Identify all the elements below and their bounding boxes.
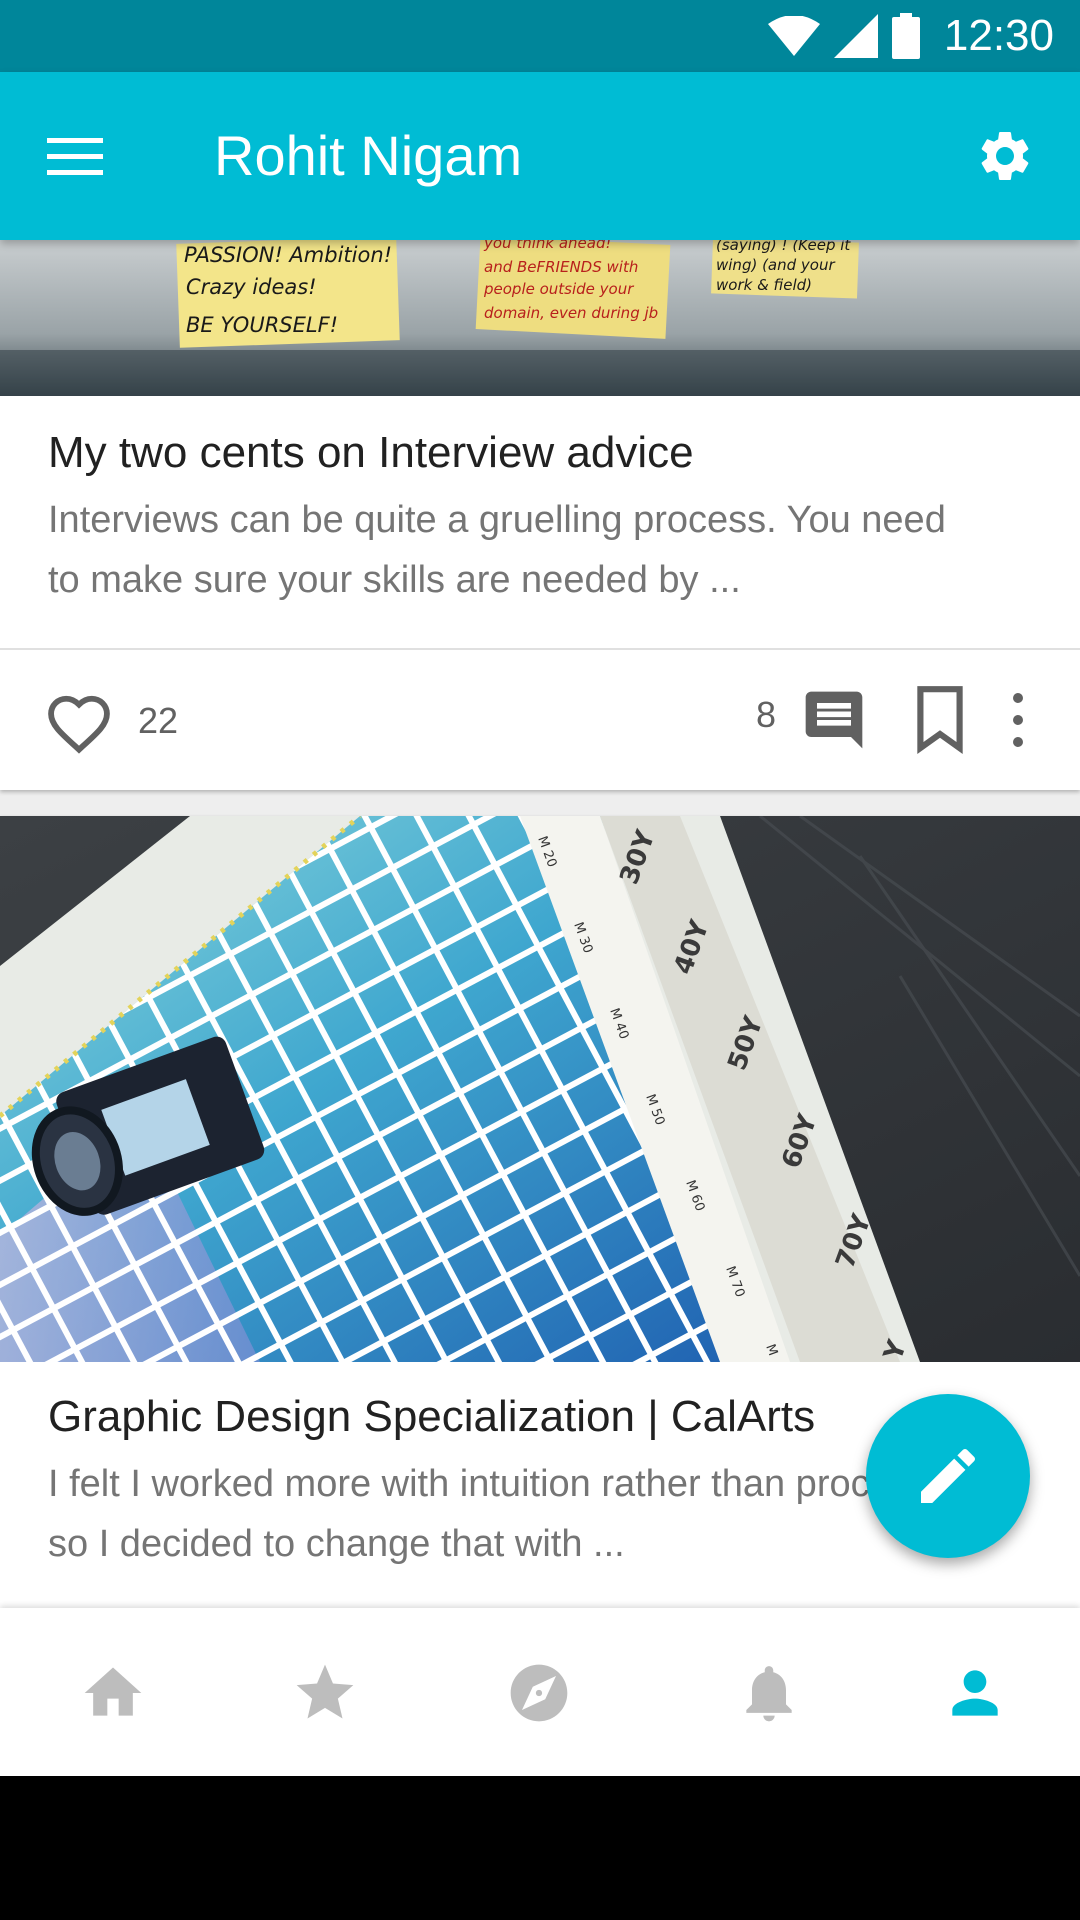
person-icon <box>952 1670 998 1716</box>
post-title[interactable]: Graphic Design Specialization | CalArts <box>48 1392 815 1442</box>
note-text: and BeFRIENDS with <box>484 258 638 276</box>
note-text: work & field) <box>716 276 812 294</box>
note-text: wing) (and your <box>716 256 835 274</box>
compose-fab[interactable] <box>866 1394 1030 1558</box>
nav-profile[interactable] <box>930 1648 1020 1738</box>
post-card[interactable]: PASSION! Ambition! Crazy ideas! BE YOURS… <box>0 240 1080 790</box>
note-text: domain, even during jb <box>484 304 658 322</box>
menu-icon <box>47 138 103 175</box>
bookmark-outline-icon <box>917 686 963 754</box>
app-screen: 12:30 Rohit Nigam PASSION! Ambition! Cra… <box>0 0 1080 1776</box>
settings-button[interactable] <box>960 116 1050 196</box>
menu-button[interactable] <box>30 116 120 196</box>
status-bar: 12:30 <box>0 0 1080 72</box>
system-navigation-bar <box>0 1776 1080 1920</box>
note-text: Crazy ideas! <box>186 275 317 299</box>
more-options-button[interactable] <box>1000 686 1036 754</box>
post-image-sticky-notes: PASSION! Ambition! Crazy ideas! BE YOURS… <box>0 240 1080 396</box>
gear-icon <box>981 132 1029 180</box>
note-text: PASSION! Ambition! <box>184 243 392 267</box>
heart-outline-icon <box>48 695 110 754</box>
cell-signal-icon <box>833 14 878 58</box>
nav-home[interactable] <box>68 1648 158 1738</box>
post-excerpt: I felt I worked more with intuition rath… <box>48 1463 940 1565</box>
comment-icon <box>805 691 863 749</box>
app-bar: Rohit Nigam <box>0 72 1080 240</box>
compass-icon <box>510 1664 568 1722</box>
bottom-navigation <box>0 1608 1080 1776</box>
post-excerpt: Interviews can be quite a gruelling proc… <box>48 499 946 601</box>
comment-button[interactable] <box>800 686 868 754</box>
bookmark-button[interactable] <box>912 686 968 754</box>
note-text: BE YOURSELF! <box>186 313 338 337</box>
post-actions: 22 8 <box>0 650 1080 790</box>
like-count: 22 <box>138 700 179 741</box>
like-button[interactable] <box>44 690 114 754</box>
post-title[interactable]: My two cents on Interview advice <box>48 428 694 478</box>
star-icon <box>296 1664 354 1719</box>
home-icon <box>84 1667 142 1716</box>
comment-count: 8 <box>756 694 777 735</box>
bell-icon <box>746 1666 792 1722</box>
nav-notifications[interactable] <box>724 1648 814 1738</box>
wifi-icon <box>767 16 820 56</box>
nav-explore[interactable] <box>494 1648 584 1738</box>
page-title: Rohit Nigam <box>214 124 523 187</box>
pencil-icon <box>921 1448 976 1503</box>
note-text: people outside your <box>483 280 634 298</box>
battery-icon <box>891 13 920 59</box>
more-vertical-icon <box>1013 693 1023 747</box>
post-image-color-swatch: M 20 M 30 M 40 M 50 M 60 M 70 M 30Y 40Y … <box>0 816 1080 1362</box>
nav-favorites[interactable] <box>280 1648 370 1738</box>
status-time: 12:30 <box>943 11 1054 60</box>
note-text: (saying) ! (Keep it <box>716 240 851 254</box>
note-text: you think ahead! <box>483 240 612 252</box>
